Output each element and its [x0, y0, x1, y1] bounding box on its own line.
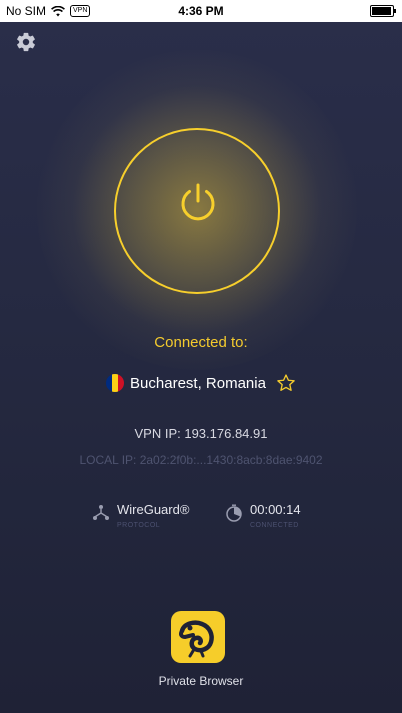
- protocol-value: WireGuard®: [117, 502, 190, 517]
- protocol-icon: [93, 505, 109, 520]
- protocol-caption: PROTOCOL: [117, 522, 161, 529]
- private-browser-label: Private Browser: [158, 674, 244, 688]
- location-row[interactable]: Bucharest, Romania: [0, 373, 402, 393]
- power-icon[interactable]: [176, 181, 220, 225]
- duration-value: 00:00:14: [250, 502, 301, 517]
- duration-caption: CONNECTED: [250, 522, 299, 529]
- gear-icon[interactable]: [15, 31, 37, 53]
- romania-flag-icon: [106, 374, 125, 392]
- connected-label: Connected to:: [154, 334, 248, 351]
- private-browser-button[interactable]: [171, 611, 225, 663]
- chameleon-icon: [179, 620, 214, 658]
- status-time: 4:36 PM: [178, 4, 224, 18]
- battery-icon: [370, 5, 396, 17]
- timer-icon: [226, 504, 242, 522]
- battery-fill: [372, 7, 391, 15]
- star-icon[interactable]: [276, 373, 296, 393]
- vpn-ip: VPN IP: 193.176.84.91: [134, 426, 268, 441]
- location-name: Bucharest, Romania: [130, 374, 266, 392]
- status-bar: No SIM VPN 4:36 PM: [0, 0, 402, 22]
- local-ip: LOCAL IP: 2a02:2f0b:...1430:8acb:8dae:94…: [79, 453, 323, 467]
